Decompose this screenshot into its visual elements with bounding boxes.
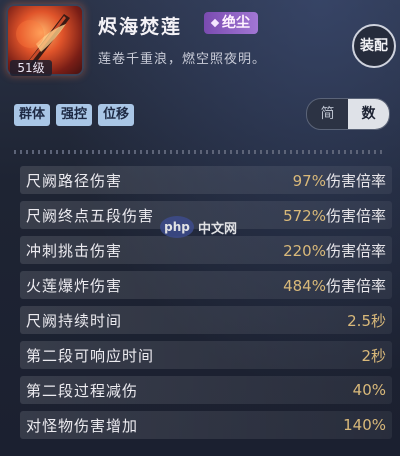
equip-button[interactable]: 装配 [352, 24, 396, 68]
skill-tags: 群体 强控 位移 [14, 104, 135, 126]
attribute-row: 火莲爆炸伤害 484%伤害倍率 [20, 271, 392, 299]
watermark: php 中文网 [160, 212, 240, 242]
attribute-value: 2秒 [361, 346, 386, 365]
diamond-icon [210, 18, 220, 28]
attribute-value: 484%伤害倍率 [283, 276, 386, 295]
attribute-row: 第二段过程减伤 40% [20, 376, 392, 404]
view-toggle[interactable]: 简 数 [306, 98, 390, 130]
attribute-label: 尺阙路径伤害 [26, 171, 123, 190]
tag-displacement: 位移 [98, 104, 135, 126]
skill-description: 莲卷千重浪，燃空照夜明。 [98, 52, 267, 67]
attribute-row: 第二段可响应时间 2秒 [20, 341, 392, 369]
attribute-list: 尺阙路径伤害 97%伤害倍率 尺阙终点五段伤害 572%伤害倍率 冲刺挑击伤害 … [20, 166, 392, 446]
attribute-label: 尺阙终点五段伤害 [26, 206, 155, 225]
attribute-label: 冲刺挑击伤害 [26, 241, 123, 260]
watermark-text: 中文网 [198, 221, 238, 237]
tag-control: 强控 [56, 104, 93, 126]
toggle-simple[interactable]: 简 [307, 99, 348, 129]
attribute-value: 220%伤害倍率 [283, 241, 386, 260]
watermark-logo: php [160, 216, 194, 238]
toggle-numeric[interactable]: 数 [348, 99, 389, 129]
level-badge: 51级 [10, 60, 52, 76]
attribute-label: 第二段可响应时间 [26, 346, 155, 365]
attribute-label: 第二段过程减伤 [26, 381, 139, 400]
tag-aoe: 群体 [14, 104, 51, 126]
attribute-row: 对怪物伤害增加 140% [20, 411, 392, 439]
attribute-value: 97%伤害倍率 [292, 171, 386, 190]
attribute-value: 572%伤害倍率 [283, 206, 386, 225]
attribute-value: 2.5秒 [347, 311, 386, 330]
rarity-tag: 绝尘 [204, 12, 258, 34]
rarity-label: 绝尘 [222, 15, 250, 31]
attribute-label: 对怪物伤害增加 [26, 416, 139, 435]
attribute-value: 40% [352, 381, 386, 399]
skill-name: 烬海焚莲 [98, 16, 183, 38]
attribute-label: 尺阙持续时间 [26, 311, 123, 330]
attribute-label: 火莲爆炸伤害 [26, 276, 123, 295]
attribute-value: 140% [343, 416, 386, 434]
attribute-row: 尺阙持续时间 2.5秒 [20, 306, 392, 334]
divider [14, 150, 386, 154]
attribute-row: 尺阙路径伤害 97%伤害倍率 [20, 166, 392, 194]
